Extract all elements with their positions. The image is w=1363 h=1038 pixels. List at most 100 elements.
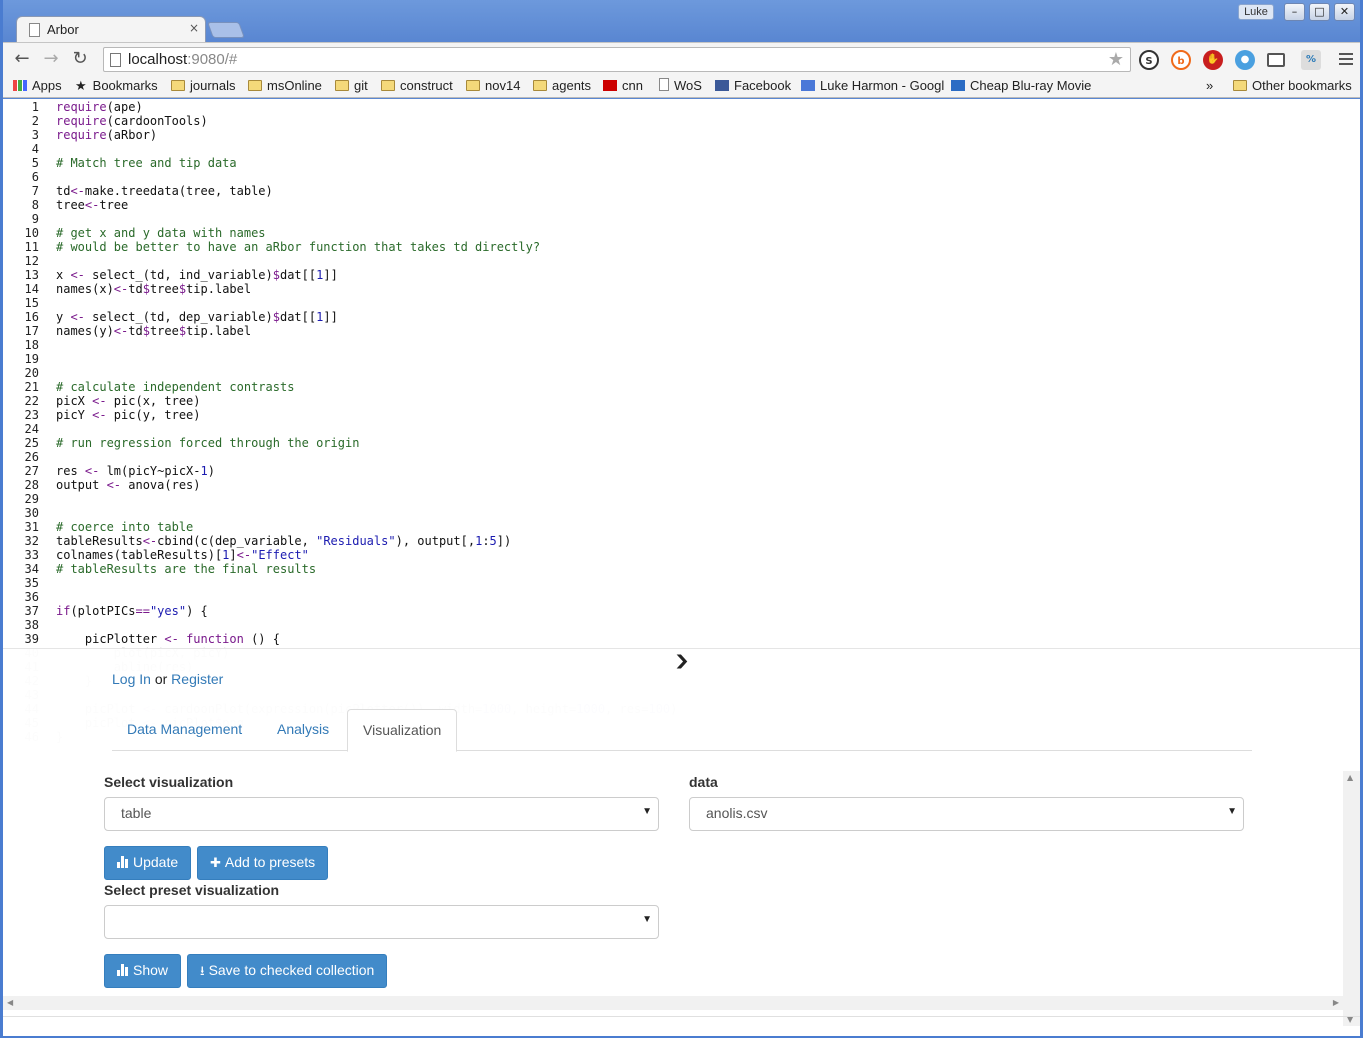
code-line[interactable]: 3 require(aRbor)	[3, 128, 1303, 142]
folder-icon	[533, 80, 547, 91]
code-line[interactable]: 10 # get x and y data with names	[3, 226, 1303, 240]
bookmark-folder[interactable]: nov14	[466, 78, 520, 93]
code-line[interactable]: 2 require(cardoonTools)	[3, 114, 1303, 128]
code-line[interactable]: 28 output <- anova(res)	[3, 478, 1303, 492]
code-line[interactable]: 11 # would be better to have an aRbor fun…	[3, 240, 1303, 254]
code-line[interactable]: 15	[3, 296, 1303, 310]
code-line[interactable]: 25 # run regression forced through the or…	[3, 436, 1303, 450]
new-tab-button[interactable]	[207, 22, 245, 38]
code-line[interactable]: 35	[3, 576, 1303, 590]
code-line[interactable]: 17 names(y)<-td$tree$tip.label	[3, 324, 1303, 338]
update-button[interactable]: Update	[104, 846, 192, 880]
code-line[interactable]: 31 # coerce into table	[3, 520, 1303, 534]
extension-b-icon[interactable]: b	[1171, 50, 1191, 70]
bookmark-folder[interactable]: journals	[171, 78, 236, 93]
bookmark-bluray[interactable]: Cheap Blu-ray Movie	[951, 78, 1091, 93]
bookmark-facebook[interactable]: Facebook	[715, 78, 791, 93]
scroll-left-icon[interactable]: ◀	[7, 998, 13, 1007]
code-line[interactable]: 1 require(ape)	[3, 100, 1303, 114]
bookmark-folder[interactable]: msOnline	[248, 78, 322, 93]
code-line[interactable]: 27 res <- lm(picY~picX-1)	[3, 464, 1303, 478]
tab-title: Arbor	[47, 22, 79, 37]
browser-tab[interactable]: Arbor ×	[16, 16, 206, 44]
scroll-up-icon[interactable]: ▲	[1347, 773, 1353, 782]
bookmark-folder[interactable]: agents	[533, 78, 591, 93]
code-line[interactable]: 32 tableResults<-cbind(c(dep_variable, "R…	[3, 534, 1303, 548]
forward-icon[interactable]: →	[40, 48, 62, 70]
code-line[interactable]: 39 picPlotter <- function () {	[3, 632, 1303, 646]
ghostery-icon[interactable]: ●	[1235, 50, 1255, 70]
code-line[interactable]: 29	[3, 492, 1303, 506]
code-line[interactable]: 16 y <- select_(td, dep_variable)$dat[[1]…	[3, 310, 1303, 324]
code-line[interactable]: 6	[3, 170, 1303, 184]
register-link[interactable]: Register	[171, 671, 223, 687]
bookmark-folder[interactable]: git	[335, 78, 368, 93]
code-line[interactable]: 21 # calculate independent contrasts	[3, 380, 1303, 394]
bookmarks-overflow[interactable]: »	[1206, 78, 1213, 93]
tab-data-management[interactable]: Data Management	[112, 709, 257, 751]
bookmark-google[interactable]: Luke Harmon - Googl	[801, 78, 944, 93]
reload-icon[interactable]: ↻	[69, 48, 91, 70]
bookmark-apps[interactable]: Apps	[13, 78, 62, 93]
page-info-icon[interactable]	[110, 53, 121, 67]
minimize-button[interactable]: –	[1284, 3, 1305, 21]
code-line[interactable]: 13 x <- select_(td, ind_variable)$dat[[1]…	[3, 268, 1303, 282]
add-to-presets-button[interactable]: ✚ Add to presets	[197, 846, 329, 880]
code-line[interactable]: 5 # Match tree and tip data	[3, 156, 1303, 170]
tab-visualization[interactable]: Visualization	[347, 709, 458, 752]
bookmark-folder[interactable]: construct	[381, 78, 453, 93]
preset-select[interactable]: ▼	[104, 905, 659, 939]
profile-badge[interactable]: Luke	[1238, 4, 1274, 20]
extension-percent-icon[interactable]: %	[1301, 50, 1321, 70]
code-line[interactable]: 30	[3, 506, 1303, 520]
code-line[interactable]: 7 td<-make.treedata(tree, table)	[3, 184, 1303, 198]
collapse-chevron-icon[interactable]: ❯	[674, 653, 690, 669]
address-bar[interactable]: localhost:9080/# ★	[103, 47, 1131, 72]
code-line[interactable]: 24	[3, 422, 1303, 436]
data-select[interactable]: anolis.csv ▼	[689, 797, 1244, 831]
line-number: 34	[24, 562, 39, 576]
code-line[interactable]: 23 picY <- pic(y, tree)	[3, 408, 1303, 422]
code-line[interactable]: 34 # tableResults are the final results	[3, 562, 1303, 576]
code-line[interactable]: 26	[3, 450, 1303, 464]
vertical-scrollbar[interactable]: ▲ ▼	[1343, 771, 1360, 1026]
close-window-button[interactable]: ✕	[1334, 3, 1355, 21]
save-to-collection-button[interactable]: ⭳ Save to checked collection	[187, 954, 388, 988]
close-tab-icon[interactable]: ×	[189, 21, 199, 35]
show-button[interactable]: Show	[104, 954, 182, 988]
bookmark-bookmarks[interactable]: ★ Bookmarks	[75, 78, 158, 94]
code-line[interactable]: 20	[3, 366, 1303, 380]
bookmark-wos[interactable]: WoS	[659, 78, 702, 93]
code-line[interactable]: 38	[3, 618, 1303, 632]
login-link[interactable]: Log In	[112, 671, 151, 687]
code-line[interactable]: 33 colnames(tableResults)[1]<-"Effect"	[3, 548, 1303, 562]
b-icon	[951, 80, 965, 91]
code-line[interactable]: 37 if(plotPICs=="yes") {	[3, 604, 1303, 618]
code-text: require(cardoonTools)	[56, 114, 208, 128]
code-line[interactable]: 8 tree<-tree	[3, 198, 1303, 212]
horizontal-scrollbar[interactable]: ◀ ▶	[3, 996, 1343, 1010]
bookmark-cnn[interactable]: cnn	[603, 78, 643, 93]
other-bookmarks[interactable]: Other bookmarks	[1233, 78, 1352, 93]
line-number: 8	[31, 198, 39, 212]
extension-s-icon[interactable]: S	[1139, 50, 1159, 70]
bookmark-star-icon[interactable]: ★	[1108, 49, 1124, 70]
scroll-right-icon[interactable]: ▶	[1333, 998, 1339, 1007]
code-line[interactable]: 22 picX <- pic(x, tree)	[3, 394, 1303, 408]
adblock-icon[interactable]: ✋	[1203, 50, 1223, 70]
code-line[interactable]: 9	[3, 212, 1303, 226]
back-icon[interactable]: ←	[11, 48, 33, 70]
cast-icon[interactable]	[1267, 53, 1285, 67]
visualization-select[interactable]: table ▼	[104, 797, 659, 831]
code-text: if(plotPICs=="yes") {	[56, 604, 208, 618]
code-line[interactable]: 18	[3, 338, 1303, 352]
maximize-button[interactable]: □	[1309, 3, 1330, 21]
tab-analysis[interactable]: Analysis	[262, 709, 344, 751]
line-number: 12	[24, 254, 39, 268]
code-line[interactable]: 14 names(x)<-td$tree$tip.label	[3, 282, 1303, 296]
code-line[interactable]: 36	[3, 590, 1303, 604]
code-line[interactable]: 12	[3, 254, 1303, 268]
menu-icon[interactable]	[1339, 53, 1353, 65]
code-line[interactable]: 19	[3, 352, 1303, 366]
code-line[interactable]: 4	[3, 142, 1303, 156]
